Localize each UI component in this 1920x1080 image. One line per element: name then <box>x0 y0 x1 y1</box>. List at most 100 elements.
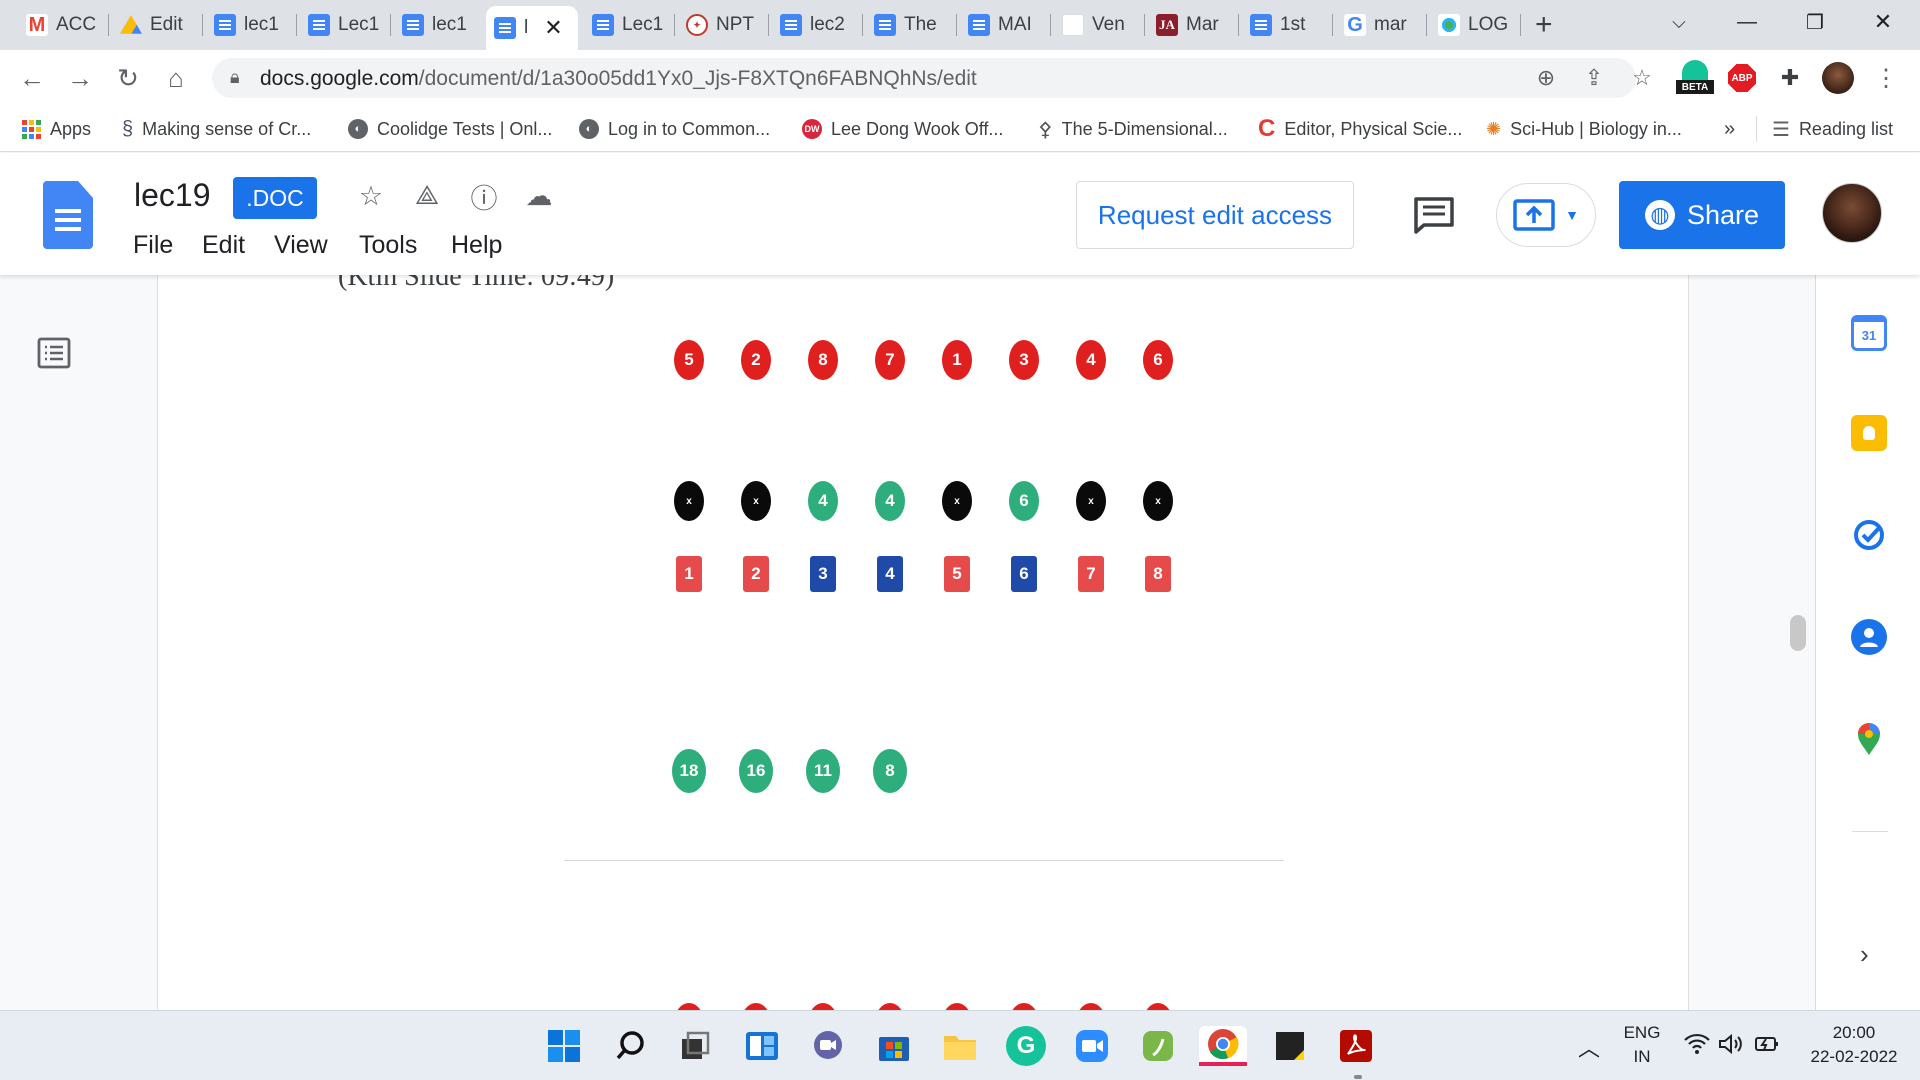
bookmark-scihub[interactable]: ✺ Sci-Hub | Biology in... <box>1486 116 1682 142</box>
document-title[interactable]: lec19 <box>134 177 211 214</box>
clock[interactable]: 20:00 22-02-2022 <box>1798 1023 1910 1067</box>
profile-avatar[interactable] <box>1822 62 1854 94</box>
tab-separator <box>1238 14 1239 36</box>
wifi-icon[interactable] <box>1684 1033 1710 1060</box>
windows-start-icon[interactable] <box>544 1026 584 1066</box>
star-icon[interactable]: ☆ <box>354 179 388 213</box>
extensions-icon[interactable]: ✚ <box>1774 62 1806 94</box>
red-ball-partial <box>674 1003 704 1010</box>
address-bar[interactable]: 🔒︎ docs.google.com/document/d/1a30o05dd1… <box>212 58 1652 98</box>
bookmark-5-dimensional[interactable]: ⚴ The 5-Dimensional... <box>1038 116 1228 142</box>
maps-icon[interactable] <box>1851 721 1887 757</box>
bookmark-divider <box>1756 116 1757 142</box>
speaker-icon[interactable] <box>1718 1033 1744 1060</box>
minimize-icon[interactable]: — <box>1713 0 1781 44</box>
close-window-icon[interactable]: ✕ <box>1849 0 1917 44</box>
evernote-style-icon[interactable] <box>1138 1026 1178 1066</box>
tab-ja[interactable]: JA Mar <box>1148 8 1234 42</box>
search-icon[interactable] <box>611 1026 651 1066</box>
document-outline-icon[interactable] <box>36 335 72 371</box>
reading-list[interactable]: ☰ Reading list <box>1772 116 1893 142</box>
grammarly-beta-extension[interactable]: BETA <box>1676 60 1714 98</box>
bookmark-editor-physical[interactable]: C Editor, Physical Scie... <box>1258 115 1462 142</box>
tab-docs[interactable]: lec1 <box>206 8 292 42</box>
teams-chat-icon[interactable] <box>808 1026 848 1066</box>
embedded-slide-image: 5 2 8 7 1 3 4 6 x x 4 4 x 6 x x 1 2 3 4 … <box>158 275 1690 1010</box>
tab-drive[interactable]: Edit <box>112 8 198 42</box>
expand-panel-chevron-icon[interactable]: › <box>1860 939 1869 970</box>
back-icon[interactable]: ← <box>14 60 50 96</box>
bookmark-star-icon[interactable]: ☆ <box>1626 62 1658 94</box>
keep-icon[interactable] <box>1851 415 1887 451</box>
menu-file[interactable]: File <box>133 231 173 260</box>
tasks-icon[interactable] <box>1851 517 1887 553</box>
adblock-plus-icon[interactable]: ABP <box>1728 64 1756 92</box>
bookmark-apps[interactable]: Apps <box>22 116 91 142</box>
contacts-icon[interactable] <box>1851 619 1887 655</box>
menu-help[interactable]: Help <box>451 231 502 260</box>
tab-docs[interactable]: MAI <box>960 8 1046 42</box>
language-indicator[interactable]: ENG IN <box>1620 1023 1664 1067</box>
tab-separator <box>1332 14 1333 36</box>
bookmark-making-sense[interactable]: § Making sense of Cr... <box>122 116 311 142</box>
sticky-notes-icon[interactable] <box>1270 1026 1310 1066</box>
bookmark-commonapp[interactable]: ◐ Log in to Common... <box>579 116 770 142</box>
tab-docs[interactable]: 1st <box>1242 8 1328 42</box>
task-view-icon[interactable] <box>675 1026 715 1066</box>
restore-icon[interactable]: ❐ <box>1781 0 1849 44</box>
account-avatar[interactable] <box>1822 183 1882 243</box>
reload-icon[interactable]: ↻ <box>110 60 146 96</box>
tab-docs[interactable]: The <box>866 8 952 42</box>
document-canvas[interactable]: (Ktlh Slide Time: 09:49) 5 2 8 7 1 3 4 6… <box>0 275 1815 1010</box>
scrollbar-thumb[interactable] <box>1790 615 1806 651</box>
request-edit-access-button[interactable]: Request edit access <box>1076 181 1354 249</box>
tab-docs[interactable]: lec2 <box>772 8 858 42</box>
share-page-icon[interactable]: ⇪ <box>1578 62 1610 94</box>
menu-view[interactable]: View <box>274 231 328 260</box>
tab-active-docs[interactable]: l ✕ <box>486 6 578 50</box>
acrobat-icon[interactable] <box>1336 1026 1376 1066</box>
bookmark-lee-dong-wook[interactable]: DW Lee Dong Wook Off... <box>802 116 1003 142</box>
move-to-drive-icon[interactable]: ⟁ <box>410 179 444 213</box>
tab-search-icon[interactable]: ⌵ <box>1645 0 1713 44</box>
battery-charging-icon[interactable] <box>1754 1033 1780 1060</box>
grammarly-icon[interactable]: G <box>1006 1026 1046 1066</box>
menu-tools[interactable]: Tools <box>359 231 417 260</box>
close-tab-icon[interactable]: ✕ <box>544 15 562 41</box>
home-icon[interactable]: ⌂ <box>158 60 194 96</box>
bookmark-coolidge[interactable]: ◐ Coolidge Tests | Onl... <box>348 116 552 142</box>
share-button[interactable]: ◍ Share <box>1619 181 1785 249</box>
tab-log[interactable]: LOG <box>1430 8 1516 42</box>
tab-docs[interactable]: Lec1 <box>584 8 670 42</box>
info-icon[interactable]: ⓘ <box>467 179 501 214</box>
forward-icon[interactable]: → <box>62 60 98 96</box>
chrome-taskbar-icon[interactable] <box>1199 1026 1247 1066</box>
show-hidden-icons-chevron-icon[interactable]: ︿ <box>1578 1031 1600 1063</box>
calendar-icon[interactable]: 31 <box>1851 315 1887 351</box>
tab-docs[interactable]: Lec1 <box>300 8 386 42</box>
tab-gmail[interactable]: M ACC <box>18 8 104 42</box>
file-explorer-icon[interactable] <box>940 1026 980 1066</box>
bookmarks-overflow[interactable]: » <box>1724 116 1735 142</box>
docs-logo-icon[interactable] <box>43 181 93 249</box>
comment-history-icon[interactable] <box>1410 195 1458 235</box>
tab-docs[interactable]: lec1 <box>394 8 480 42</box>
cloud-status-icon[interactable]: ☁ <box>522 179 556 213</box>
index-square: 7 <box>1078 556 1104 592</box>
menu-edit[interactable]: Edit <box>202 231 245 260</box>
lock-icon: 🔒︎ <box>230 67 240 87</box>
new-tab-icon[interactable]: + <box>1535 8 1553 42</box>
document-page[interactable]: (Ktlh Slide Time: 09:49) 5 2 8 7 1 3 4 6… <box>157 275 1689 1010</box>
zoom-icon[interactable]: ⊕ <box>1530 62 1562 94</box>
widgets-icon[interactable] <box>742 1026 782 1066</box>
present-button[interactable]: ▼ <box>1496 183 1596 247</box>
microsoft-store-icon[interactable] <box>874 1026 914 1066</box>
tab-nptel[interactable]: ✦ NPT <box>678 8 764 42</box>
region-code: IN <box>1633 1047 1651 1066</box>
tab-blank[interactable]: Ven <box>1054 8 1140 42</box>
zoom-app-icon[interactable] <box>1072 1026 1112 1066</box>
crossed-out-ball: x <box>741 481 771 521</box>
chrome-menu-icon[interactable]: ⋮ <box>1870 62 1902 94</box>
dw-icon: DW <box>802 119 822 139</box>
tab-google[interactable]: G mar <box>1336 8 1422 42</box>
